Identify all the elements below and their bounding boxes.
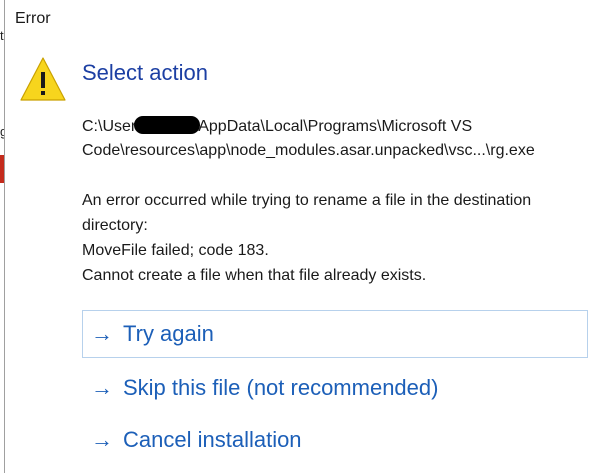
error-message-line: directory: [82, 217, 148, 234]
file-path-prefix: C:\User [82, 118, 137, 135]
file-path-line-2: Code\resources\app\node_modules.asar.unp… [82, 142, 535, 159]
dialog-title: Error [15, 10, 51, 27]
skip-file-button[interactable]: → Skip this file (not recommended) [82, 364, 588, 412]
error-message-line: An error occurred while trying to rename… [82, 192, 532, 209]
try-again-label: Try again [123, 321, 214, 346]
cancel-installation-label: Cancel installation [123, 427, 302, 452]
try-again-button[interactable]: → Try again [82, 310, 588, 358]
warning-icon [20, 57, 66, 101]
right-arrow-icon: → [91, 321, 113, 346]
file-path-line-1: C:\User AppData\Local\Programs\Microsoft … [82, 115, 587, 139]
right-arrow-icon: → [91, 375, 113, 400]
skip-file-label: Skip this file (not recommended) [123, 375, 439, 400]
file-path-suffix: AppData\Local\Programs\Microsoft VS [198, 118, 473, 135]
error-message: An error occurred while trying to rename… [82, 188, 602, 288]
cancel-installation-button[interactable]: → Cancel installation [82, 416, 588, 464]
error-dialog: Error Select action C:\User AppData\Local… [4, 0, 605, 473]
right-arrow-icon: → [91, 427, 113, 452]
dialog-heading: Select action [82, 60, 208, 85]
error-message-line: MoveFile failed; code 183. [82, 242, 269, 259]
error-message-line: Cannot create a file when that file alre… [82, 267, 427, 284]
redaction-mark [134, 116, 201, 134]
file-path: C:\User AppData\Local\Programs\Microsoft … [82, 115, 587, 163]
